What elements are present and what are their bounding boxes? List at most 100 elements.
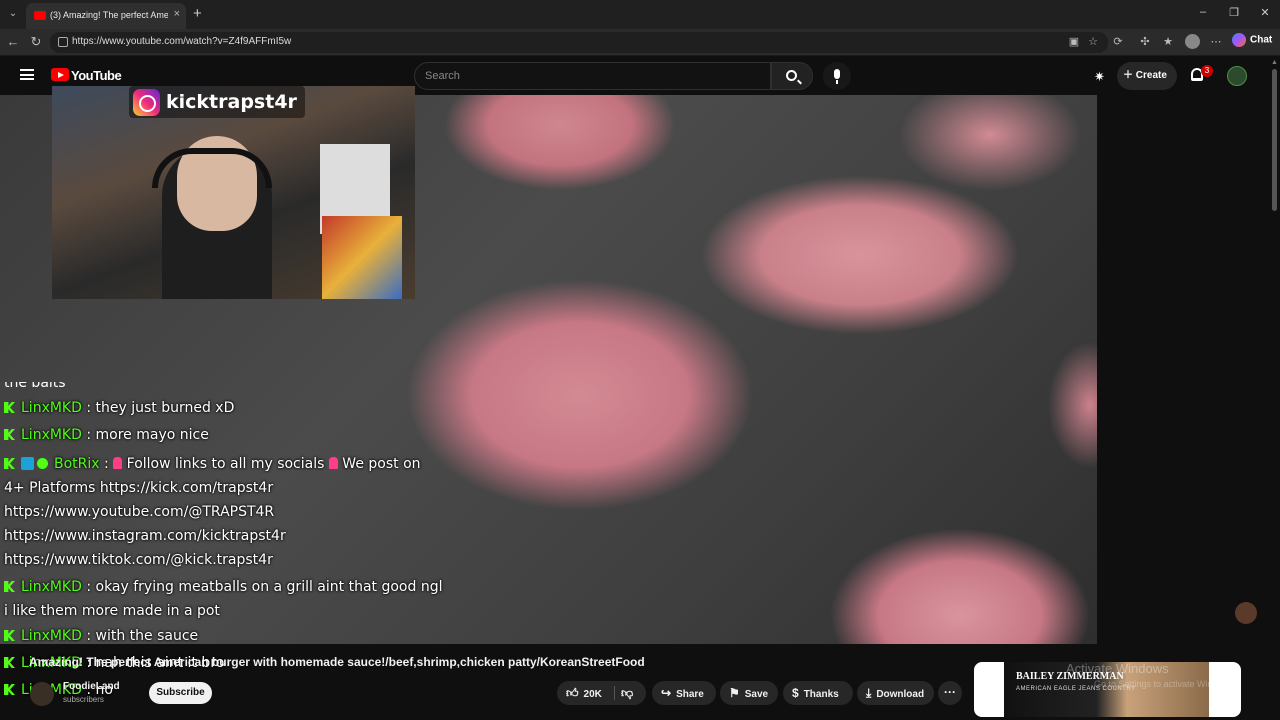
channel-watermark-logo bbox=[1235, 602, 1257, 624]
favorites-icon[interactable]: ★ bbox=[1161, 35, 1175, 48]
scroll-up-arrow-icon[interactable]: ▲ bbox=[1271, 59, 1278, 66]
wall-art-image bbox=[322, 216, 402, 299]
chat-message: LinxMKD : with the sauce bbox=[4, 623, 444, 650]
close-window-button[interactable]: ✕ bbox=[1255, 6, 1275, 19]
pin-emoji-icon bbox=[113, 457, 123, 469]
notification-count-badge: 3 bbox=[1201, 65, 1213, 77]
address-bar: ← ↻ https://www.youtube.com/watch?v=Z4f9… bbox=[0, 29, 1280, 56]
page-scrollbar[interactable]: ▲ bbox=[1270, 57, 1280, 720]
share-button[interactable]: ↪ Share bbox=[652, 681, 716, 705]
chat-username: LinxMKD bbox=[21, 579, 82, 595]
chat-username: LinxMKD bbox=[21, 427, 82, 443]
tab-list-chevron-icon[interactable]: ⌄ bbox=[4, 5, 22, 23]
reload-icon[interactable]: ↻ bbox=[28, 34, 44, 50]
search-input[interactable]: Search bbox=[414, 62, 771, 90]
channel-subscribers: subscribers bbox=[63, 695, 104, 704]
instagram-handle-badge: kicktrapst4r bbox=[129, 86, 305, 118]
tab-bar: ⌄ (3) Amazing! The perfect American burg… bbox=[0, 0, 1280, 29]
download-label: Download bbox=[876, 689, 925, 700]
like-dislike-group: 👍︎ 20K 👎︎ bbox=[557, 681, 646, 705]
back-arrow-icon[interactable]: ← bbox=[5, 34, 21, 49]
download-icon: ⤓ bbox=[866, 686, 872, 700]
chat-text: Follow links to all my socials bbox=[122, 456, 329, 472]
voice-search-button[interactable] bbox=[823, 62, 851, 90]
thumbs-down-icon[interactable]: 👎︎ bbox=[621, 681, 633, 705]
tab-title: (3) Amazing! The perfect American burger bbox=[50, 10, 168, 20]
chat-label: Chat bbox=[1250, 34, 1273, 46]
app-install-icon[interactable]: ▣ bbox=[1067, 35, 1081, 48]
download-button[interactable]: ⤓ Download bbox=[857, 681, 934, 705]
extensions-icon[interactable]: ✣ bbox=[1138, 35, 1152, 48]
new-tab-button[interactable]: + bbox=[193, 5, 202, 23]
youtube-logo-icon[interactable] bbox=[51, 68, 69, 81]
chat-message: LinxMKD : they just burned xD bbox=[4, 395, 444, 422]
chat-username: BotRix bbox=[54, 456, 100, 472]
kick-badge-icon bbox=[4, 402, 15, 413]
activate-windows-title: Activate Windows bbox=[1066, 661, 1169, 676]
chat-message: LinxMKD : more mayo nice bbox=[4, 422, 444, 449]
tab-youtube[interactable]: (3) Amazing! The perfect American burger… bbox=[26, 3, 186, 29]
thanks-button[interactable]: $ Thanks bbox=[783, 681, 853, 705]
kick-badge-icon bbox=[4, 581, 15, 592]
kick-badge-icon bbox=[4, 458, 15, 469]
create-label: Create bbox=[1135, 70, 1167, 81]
chat-link-line: https://www.tiktok.com/@kick.trapst4r bbox=[4, 552, 273, 568]
subscribe-button[interactable]: Subscribe bbox=[149, 682, 212, 704]
minimize-button[interactable]: – bbox=[1193, 6, 1213, 18]
chat-link-line: https://www.youtube.com/@TRAPST4R bbox=[4, 504, 275, 520]
youtube-page: YouTube Search ✷ ＋ Create 3 kicktrapst4r… bbox=[0, 57, 1280, 720]
create-button[interactable]: ＋ Create bbox=[1117, 62, 1177, 90]
channel-avatar[interactable] bbox=[30, 682, 54, 706]
kick-badge-icon bbox=[4, 429, 15, 440]
refresh-page-icon[interactable]: ⟳ bbox=[1111, 35, 1125, 48]
save-button[interactable]: ⚑ Save bbox=[720, 681, 778, 705]
url-field[interactable]: https://www.youtube.com/watch?v=Z4f9AFFm… bbox=[50, 32, 1108, 53]
search-icon bbox=[786, 70, 797, 81]
chat-message-bot: BotRix : Follow links to all my socials … bbox=[4, 449, 444, 500]
pin-emoji-icon bbox=[328, 457, 338, 469]
copilot-chat-button[interactable]: Chat bbox=[1232, 33, 1272, 51]
profile-avatar[interactable] bbox=[1185, 34, 1200, 49]
search-button[interactable] bbox=[771, 62, 813, 90]
chat-username: LinxMKD bbox=[21, 628, 82, 644]
chat-username: LinxMKD bbox=[21, 400, 82, 416]
restore-button[interactable]: ❐ bbox=[1224, 6, 1244, 19]
chat-message: LinxMKD : okay frying meatballs on a gri… bbox=[4, 572, 444, 623]
studio-icon[interactable]: ✷ bbox=[1094, 69, 1105, 85]
menu-icon[interactable] bbox=[20, 69, 34, 80]
copilot-logo-icon bbox=[1232, 33, 1246, 47]
thanks-label: Thanks bbox=[803, 689, 839, 700]
like-count[interactable]: 20K bbox=[584, 689, 602, 700]
chat-link-line: https://www.instagram.com/kicktrapst4r bbox=[4, 528, 286, 544]
channel-name[interactable]: FoodieLand bbox=[63, 681, 120, 692]
activate-windows-subtitle: Go to Settings to activate Windows. bbox=[1094, 679, 1237, 689]
kick-badge-icon bbox=[4, 630, 15, 641]
chat-text: : they just burned xD bbox=[81, 400, 235, 416]
chat-text: : bbox=[99, 456, 114, 472]
browser-menu-icon[interactable]: ⋯ bbox=[1209, 35, 1223, 48]
instagram-icon bbox=[133, 88, 160, 116]
more-actions-button[interactable]: ··· bbox=[938, 681, 962, 705]
tab-close-icon[interactable]: × bbox=[174, 8, 180, 20]
instagram-handle: kicktrapst4r bbox=[166, 91, 297, 113]
browser-window: ⌄ (3) Amazing! The perfect American burg… bbox=[0, 0, 1280, 720]
chat-text: : with the sauce bbox=[81, 628, 199, 644]
headset-image bbox=[152, 148, 272, 188]
scrollbar-thumb[interactable] bbox=[1272, 69, 1277, 211]
youtube-wordmark[interactable]: YouTube bbox=[71, 68, 122, 83]
save-label: Save bbox=[744, 689, 769, 700]
url-text: https://www.youtube.com/watch?v=Z4f9AFFm… bbox=[72, 36, 292, 47]
kick-badge-icon bbox=[4, 657, 15, 668]
user-avatar[interactable] bbox=[1227, 66, 1247, 86]
search-placeholder: Search bbox=[425, 70, 460, 82]
verified-badge-icon bbox=[37, 458, 48, 469]
share-icon: ↪ bbox=[661, 686, 672, 700]
share-label: Share bbox=[676, 689, 704, 700]
youtube-favicon-icon bbox=[34, 11, 46, 20]
bookmark-star-icon[interactable]: ☆ bbox=[1086, 35, 1100, 48]
site-info-icon[interactable] bbox=[58, 37, 68, 47]
like-divider bbox=[614, 686, 615, 700]
thumbs-up-icon[interactable]: 👍︎ bbox=[566, 681, 579, 705]
super-thanks-icon: $ bbox=[792, 686, 799, 700]
video-title: Amazing! The perfect American burger wit… bbox=[29, 655, 645, 669]
